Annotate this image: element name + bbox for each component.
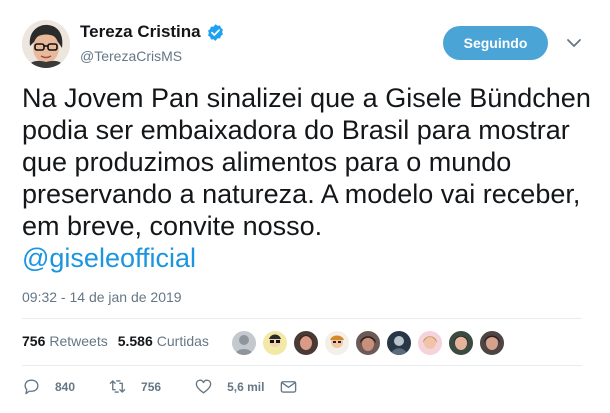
user-handle[interactable]: @TerezaCrisMS (80, 48, 182, 64)
liker-avatar[interactable] (262, 330, 288, 356)
reply-action[interactable]: 840 (22, 377, 75, 396)
liker-avatar[interactable] (386, 330, 412, 356)
liker-avatar[interactable] (448, 330, 474, 356)
verified-icon (207, 23, 223, 41)
display-name[interactable]: Tereza Cristina (80, 22, 201, 42)
likes-stat-label: Curtidas (156, 333, 209, 349)
message-icon (281, 381, 297, 393)
like-count: 5,6 mil (227, 379, 265, 394)
like-action[interactable]: 5,6 mil (194, 377, 264, 396)
heart-icon (195, 379, 212, 394)
tweet-actions: 840 756 5,6 mil (22, 377, 298, 396)
liker-avatar[interactable] (479, 330, 505, 356)
liker-avatar[interactable] (231, 330, 257, 356)
liker-avatar[interactable] (293, 330, 319, 356)
liker-avatar[interactable] (417, 330, 443, 356)
tweet-body: Na Jovem Pan sinalizei que a Gisele Bünd… (22, 83, 591, 241)
liker-avatar[interactable] (355, 330, 381, 356)
tweet-stats: 756 Retweets 5.586 Curtidas (22, 333, 209, 349)
retweets-stat[interactable]: 756 Retweets (22, 333, 108, 349)
retweet-action[interactable]: 756 (108, 377, 161, 396)
likes-stat[interactable]: 5.586 Curtidas (118, 333, 209, 349)
chevron-down-icon[interactable] (566, 37, 582, 49)
divider-bottom (22, 365, 582, 366)
tweet-timestamp[interactable]: 09:32 - 14 de jan de 2019 (22, 289, 182, 305)
likes-stat-count: 5.586 (117, 333, 153, 349)
retweets-stat-count: 756 (22, 333, 46, 349)
liker-avatars (231, 330, 510, 356)
name-row: Tereza Cristina (80, 22, 225, 42)
profile-avatar[interactable] (22, 20, 70, 68)
mention-link[interactable]: @giseleofficial (22, 242, 592, 274)
liker-avatar[interactable] (324, 330, 350, 356)
avatar-image (22, 20, 70, 68)
retweet-count: 756 (141, 379, 162, 394)
retweets-stat-label: Retweets (49, 333, 108, 349)
retweet-icon (109, 380, 126, 393)
divider-top (22, 318, 582, 319)
reply-count: 840 (55, 379, 76, 394)
following-button[interactable]: Seguindo (443, 26, 548, 60)
reply-icon (24, 379, 39, 395)
tweet-text: Na Jovem Pan sinalizei que a Gisele Bünd… (22, 82, 592, 274)
direct-message-action[interactable] (279, 377, 298, 396)
